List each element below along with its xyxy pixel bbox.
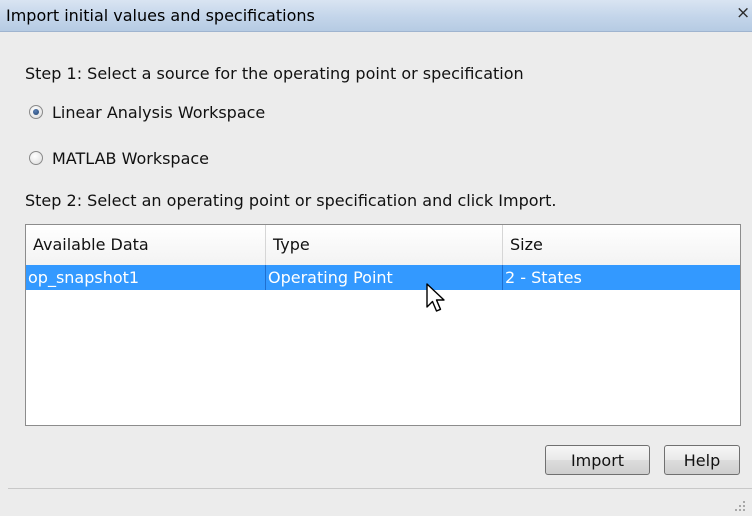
column-header-type[interactable]: Type (266, 225, 502, 265)
available-data-table[interactable]: Available Data Type Size op_snapshot1 Op… (25, 224, 741, 426)
table-row[interactable]: op_snapshot1 Operating Point 2 - States (26, 265, 740, 290)
step1-label: Step 1: Select a source for the operatin… (25, 64, 524, 83)
cell-type[interactable]: Operating Point (266, 265, 502, 290)
radio-label: Linear Analysis Workspace (52, 102, 266, 122)
radio-icon[interactable] (29, 151, 43, 165)
radio-label: MATLAB Workspace (52, 148, 210, 168)
resize-grip-icon[interactable] (734, 500, 746, 512)
radio-linear-analysis-workspace[interactable]: Linear Analysis Workspace (29, 101, 265, 123)
cell-available-data[interactable]: op_snapshot1 (26, 265, 265, 290)
column-header-size[interactable]: Size (503, 225, 740, 265)
mouse-pointer-icon (426, 283, 445, 312)
close-icon[interactable]: × (736, 5, 750, 22)
help-button[interactable]: Help (664, 445, 740, 475)
import-dialog: Import initial values and specifications… (0, 0, 752, 516)
title-bar[interactable]: Import initial values and specifications… (0, 0, 752, 32)
table-header: Available Data Type Size (26, 225, 740, 266)
step2-label: Step 2: Select an operating point or spe… (25, 191, 557, 210)
radio-icon[interactable] (29, 105, 43, 119)
cell-size[interactable]: 2 - States (503, 265, 740, 290)
column-header-available-data[interactable]: Available Data (26, 225, 265, 265)
radio-matlab-workspace[interactable]: MATLAB Workspace (29, 147, 209, 169)
import-button[interactable]: Import (545, 445, 650, 475)
status-bar (8, 488, 752, 516)
window-title: Import initial values and specifications (6, 6, 315, 25)
